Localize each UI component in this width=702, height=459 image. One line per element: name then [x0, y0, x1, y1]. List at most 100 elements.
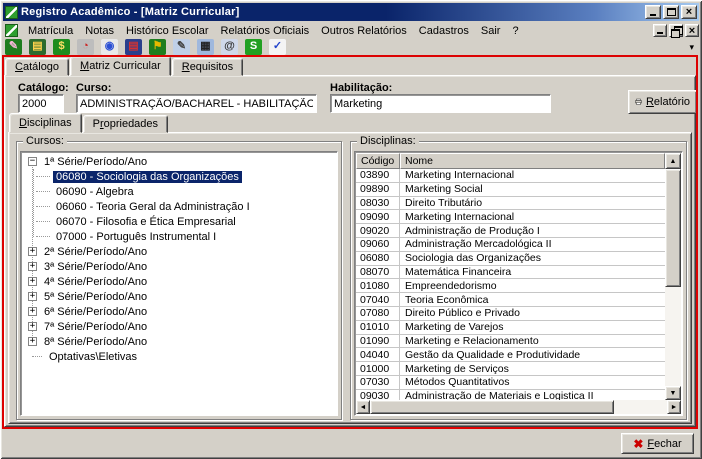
grid-row-01000[interactable]: 01000Marketing de Serviços — [356, 362, 665, 376]
menu-item-matricula[interactable]: Matrícula — [22, 24, 79, 38]
validate-check-icon[interactable]: ✓ — [269, 39, 286, 55]
calculator-icon[interactable]: ▦ — [197, 39, 214, 55]
maximize-icon — [667, 8, 676, 16]
cell-codigo: 09030 — [356, 390, 400, 400]
grid-row-09890[interactable]: 09890Marketing Social — [356, 183, 665, 197]
habilitacao-input[interactable] — [330, 94, 551, 113]
tree-node-5-serie-periodo-ano[interactable]: +5ª Série/Período/Ano — [23, 289, 335, 304]
tree-expand-icon[interactable]: + — [28, 277, 37, 286]
relatorio-button[interactable]: Relatório — [628, 90, 697, 114]
tree-node-optativas-eletivas[interactable]: Optativas\Eletivas — [23, 349, 335, 364]
tab-matriz-curricular[interactable]: Matriz Curricular — [70, 56, 171, 76]
tree-node-label: 2ª Série/Período/Ano — [41, 246, 150, 258]
s-application-icon[interactable]: S — [245, 39, 262, 55]
tree-collapse-icon[interactable]: − — [28, 157, 37, 166]
tree-expand-icon[interactable]: + — [28, 322, 37, 331]
menu-item-notas[interactable]: Notas — [79, 24, 120, 38]
tree-node-7-serie-periodo-ano[interactable]: +7ª Série/Período/Ano — [23, 319, 335, 334]
menu-item-historico-escolar[interactable]: Histórico Escolar — [120, 24, 215, 38]
grid-row-01090[interactable]: 01090Marketing e Relacionamento — [356, 335, 665, 349]
grid-row-09030[interactable]: 09030Administração de Materiais e Logist… — [356, 390, 665, 400]
grid-row-08070[interactable]: 08070Matemática Financeira — [356, 266, 665, 280]
money-bag-icon[interactable]: $ — [53, 39, 70, 55]
tree-expand-icon[interactable]: + — [28, 292, 37, 301]
tree-node-07000-portugues-instrumental-i[interactable]: 07000 - Português Instrumental I — [52, 229, 335, 244]
menu-item-cadastros[interactable]: Cadastros — [413, 24, 475, 38]
grid-row-07080[interactable]: 07080Direito Público e Privado — [356, 307, 665, 321]
scroll-down-button[interactable]: ▼ — [665, 386, 681, 400]
tree-node-1-serie-periodo-ano[interactable]: −1ª Série/Período/Ano — [23, 154, 335, 169]
matricula-board-icon[interactable]: ✎ — [5, 39, 22, 55]
menu-item-item[interactable]: ? — [506, 24, 524, 38]
cell-nome: Empreendedorismo — [400, 280, 665, 292]
menu-item-sair[interactable]: Sair — [475, 24, 507, 38]
tree-node-2-serie-periodo-ano[interactable]: +2ª Série/Período/Ano — [23, 244, 335, 259]
grid-row-01010[interactable]: 01010Marketing de Varejos — [356, 321, 665, 335]
tab-requisitos[interactable]: Requisitos — [172, 58, 243, 76]
mdi-close-button[interactable]: × — [685, 24, 699, 37]
close-button[interactable]: × — [681, 5, 697, 19]
subtab-disciplinas[interactable]: Disciplinas — [9, 113, 82, 133]
grid-row-01080[interactable]: 01080Empreendedorismo — [356, 279, 665, 293]
tree-node-3-serie-periodo-ano[interactable]: +3ª Série/Período/Ano — [23, 259, 335, 274]
grid-row-07040[interactable]: 07040Teoria Econômica — [356, 293, 665, 307]
cell-codigo: 09090 — [356, 210, 400, 223]
email-search-icon[interactable]: @ — [221, 39, 238, 55]
tree-node-6-serie-periodo-ano[interactable]: +6ª Série/Período/Ano — [23, 304, 335, 319]
curso-input[interactable] — [76, 94, 317, 113]
grid-row-03890[interactable]: 03890Marketing Internacional — [356, 169, 665, 183]
edit-notes-icon[interactable]: ✎ — [173, 39, 190, 55]
tree-expand-icon[interactable]: + — [28, 262, 37, 271]
grid-column-header-nome[interactable]: Nome — [400, 153, 665, 169]
grid-row-09020[interactable]: 09020Administração de Produção I — [356, 224, 665, 238]
library-books-icon[interactable]: ▤ — [125, 39, 142, 55]
tree-node-06060-teoria-geral-da-administracao-i[interactable]: 06060 - Teoria Geral da Administração I — [52, 199, 335, 214]
vertical-scrollbar[interactable]: ▼ — [665, 169, 681, 400]
tree-expand-icon[interactable]: + — [28, 337, 37, 346]
scroll-left-button[interactable]: ◄ — [356, 400, 370, 414]
horizontal-scrollbar[interactable]: ◄ ► — [356, 400, 681, 414]
grid-row-09060[interactable]: 09060Administração Mercadológica II — [356, 238, 665, 252]
grid-row-09090[interactable]: 09090Marketing Internacional — [356, 210, 665, 224]
cell-codigo: 07080 — [356, 307, 400, 320]
tree-node-06070-filosofia-e-etica-empresarial[interactable]: 06070 - Filosofia e Ética Empresarial — [52, 214, 335, 229]
inner-tab-strip: DisciplinasPropriedades — [9, 115, 169, 133]
grid-row-04040[interactable]: 04040Gestão da Qualidade e Produtividade — [356, 348, 665, 362]
mdi-child-icon[interactable] — [5, 24, 18, 37]
vertical-scrollbar-thumb[interactable] — [665, 169, 681, 287]
grid-row-07030[interactable]: 07030Métodos Quantitativos — [356, 376, 665, 390]
grades-terminal-icon[interactable]: ▤ — [29, 39, 46, 55]
toolbar: ✎ ▤ $ ◔ ◉ ▤ ⚑ ✎ ▦ @ S ✓ — [5, 38, 286, 55]
app-icon — [5, 6, 18, 19]
tree-node-06080-sociologia-das-organizacoes[interactable]: 06080 - Sociologia das Organizações — [52, 169, 335, 184]
maximize-button[interactable] — [663, 5, 679, 19]
mdi-restore-button[interactable] — [669, 24, 683, 37]
tree-node-8-serie-periodo-ano[interactable]: +8ª Série/Período/Ano — [23, 334, 335, 349]
tree-node-06090-algebra[interactable]: 06090 - Algebra — [52, 184, 335, 199]
toolbar-overflow-icon[interactable]: ▾ — [689, 42, 694, 53]
search-record-icon[interactable]: ◉ — [101, 39, 118, 55]
menu-item-outros-relatorios[interactable]: Outros Relatórios — [315, 24, 413, 38]
grid-row-08030[interactable]: 08030Direito Tributário — [356, 197, 665, 211]
mdi-minimize-button[interactable] — [653, 24, 667, 37]
key-flag-icon[interactable]: ⚑ — [149, 39, 166, 55]
tree-expand-icon[interactable]: + — [28, 247, 37, 256]
tree-expand-icon[interactable]: + — [28, 307, 37, 316]
horizontal-scrollbar-thumb[interactable] — [370, 400, 614, 414]
stopwatch-icon[interactable]: ◔ — [77, 39, 94, 55]
scroll-up-button[interactable]: ▲ — [665, 153, 681, 169]
tree-node-label: 06060 - Teoria Geral da Administração I — [53, 201, 253, 213]
tab-catalogo[interactable]: Catálogo — [5, 58, 69, 76]
subtab-propriedades[interactable]: Propriedades — [83, 115, 168, 133]
menu-item-relatorios-oficiais[interactable]: Relatórios Oficiais — [215, 24, 316, 38]
fechar-button[interactable]: ✖ Fechar — [621, 433, 694, 454]
scroll-right-button[interactable]: ► — [667, 400, 681, 414]
catalogo-input[interactable] — [18, 94, 64, 113]
cell-codigo: 01010 — [356, 321, 400, 334]
disciplinas-groupbox: Disciplinas: CódigoNome ▲ 03890Marketing… — [350, 141, 687, 420]
tree-node-4-serie-periodo-ano[interactable]: +4ª Série/Período/Ano — [23, 274, 335, 289]
grid-column-header-codigo[interactable]: Código — [356, 153, 400, 169]
minimize-button[interactable] — [645, 5, 661, 19]
tree-node-label: 06090 - Algebra — [53, 186, 137, 198]
grid-row-06080[interactable]: 06080Sociologia das Organizações — [356, 252, 665, 266]
